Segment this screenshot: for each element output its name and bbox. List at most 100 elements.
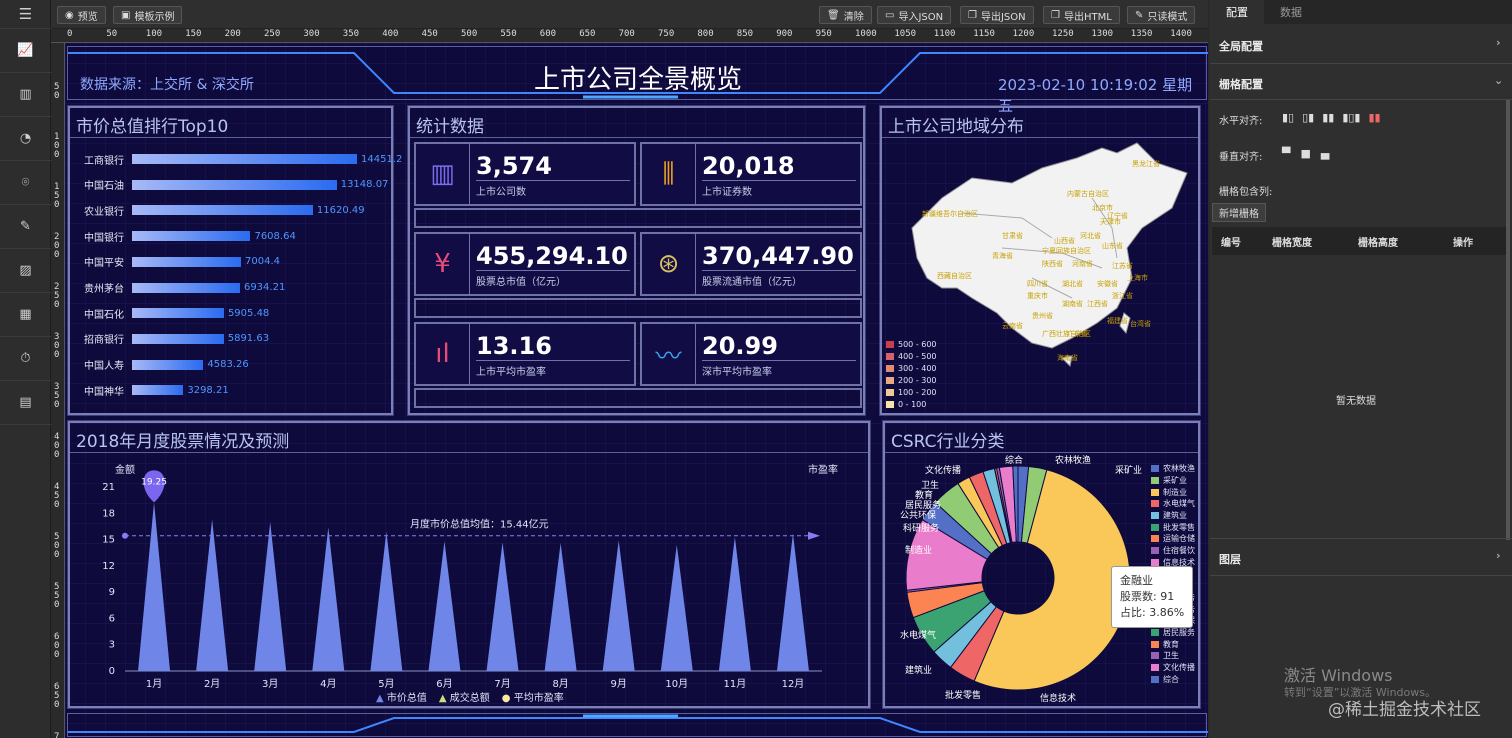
pie-legend-item[interactable]: 制造业 — [1151, 486, 1195, 498]
bar — [132, 282, 240, 293]
top10-row[interactable]: 工商银行 14451.2 — [84, 152, 402, 167]
map-legend-item[interactable]: 200 - 300 — [886, 374, 937, 386]
empty-table-text: 暂无数据 — [1336, 396, 1376, 407]
pie-legend-item[interactable]: 采矿业 — [1151, 475, 1195, 487]
pie-legend-item[interactable]: 农林牧渔 — [1151, 463, 1195, 475]
valign-top-icon[interactable]: ▀ — [1282, 147, 1290, 160]
menu-tool[interactable]: ☰ — [0, 0, 51, 29]
tab-config[interactable]: 配置 — [1210, 0, 1264, 24]
align-center-icon[interactable]: ▮▮ — [1322, 111, 1334, 124]
top10-panel[interactable]: 市价总值排行Top10 工商银行 14451.2 中国石油 13148.07 农业银行 1… — [67, 105, 402, 416]
top10-row[interactable]: 农业银行 11620.49 — [84, 203, 365, 218]
line-chart-tool[interactable]: 📈 — [0, 29, 51, 73]
stat-card[interactable]: ⊛ 370,447.90 股票流通市值（亿元） — [640, 232, 862, 296]
bar-triangle[interactable] — [254, 522, 287, 671]
bar-triangle[interactable] — [138, 502, 171, 671]
stat-card[interactable]: ıl 13.16 上市平均市盈率 — [414, 322, 636, 386]
pie-legend-item[interactable]: 居民服务 — [1151, 627, 1195, 639]
stats-panel[interactable]: 统计数据 ▥ 3,574 上市公司数 ⫼ 20,018 上市证券数 ¥455,294.10 股… — [407, 105, 866, 416]
map-legend-item[interactable]: 400 - 500 — [886, 350, 937, 362]
pie-legend-item[interactable]: 运输仓储 — [1151, 533, 1195, 545]
bar-triangle[interactable] — [776, 533, 809, 671]
pie-label: 制造业 — [905, 544, 932, 556]
grid-config-section[interactable]: 栅格配置 ⌄ — [1210, 64, 1512, 100]
pie-legend-item[interactable]: 文化传播 — [1151, 662, 1195, 674]
legend-item[interactable]: ▲ 成交总额 — [439, 689, 490, 704]
bar-label: 工商银行 — [84, 155, 124, 167]
map-legend-item[interactable]: 100 - 200 — [886, 386, 937, 398]
csrc-panel[interactable]: CSRC行业分类 综合 农林牧渔 采矿业 文化传播 卫生 教育 居民服务 公共环保 科研服务 制造… — [882, 420, 1201, 709]
csrc-pie-chart: 综合 农林牧渔采矿业 文化传播卫生教育居民服务公共环保科研服务制造业水电煤气建筑业批… — [900, 454, 1142, 704]
bar-triangle[interactable] — [428, 541, 461, 671]
bar-triangle[interactable] — [486, 542, 519, 671]
layers-section[interactable]: 图层 › — [1210, 538, 1512, 576]
stat-card[interactable]: ▥ 3,574 上市公司数 — [414, 142, 636, 206]
map-region-label: 山西省 — [1054, 236, 1075, 245]
top10-row[interactable]: 中国神华 3298.21 — [84, 383, 229, 398]
top10-row[interactable]: 中国银行 7608.64 — [84, 229, 296, 244]
pie-chart-tool[interactable]: ◔ — [0, 117, 51, 161]
pie-legend-item[interactable]: 批发零售 — [1151, 521, 1195, 533]
map-legend-item[interactable]: 300 - 400 — [886, 362, 937, 374]
pie-legend-item[interactable]: 建筑业 — [1151, 510, 1195, 522]
bar-triangle[interactable] — [718, 536, 751, 671]
preview-button[interactable]: ◉ 预览 — [57, 6, 106, 24]
valign-middle-icon[interactable]: ■ — [1300, 147, 1310, 160]
top10-row[interactable]: 中国石化 5905.48 — [84, 306, 269, 321]
legend-swatch — [1151, 523, 1159, 531]
monthly-chart: 0369121518211月 2月 3月 4月 5月 6月 7月 8月 9月 10月 11月 12月月… — [102, 470, 822, 690]
top10-row[interactable]: 中国人寿 4583.26 — [84, 358, 249, 372]
pie-legend-item[interactable]: 综合 — [1151, 673, 1195, 685]
top10-row[interactable]: 贵州茅台 6934.21 — [84, 281, 285, 295]
pie-legend-item[interactable]: 卫生 — [1151, 650, 1195, 662]
bar-triangle[interactable] — [602, 540, 635, 671]
align-end-icon[interactable]: ▯▮ — [1302, 111, 1314, 124]
align-between-icon[interactable]: ▮▯▮ — [1342, 111, 1360, 124]
legend-item[interactable]: ● 平均市盈率 — [502, 689, 564, 704]
export-html-button[interactable]: ❐ 导出HTML — [1043, 6, 1120, 24]
pie-legend-item[interactable]: 住宿餐饮 — [1151, 545, 1195, 557]
tab-data[interactable]: 数据 — [1264, 0, 1318, 24]
pulse-icon: 〰 — [642, 324, 696, 384]
pie-legend-item[interactable]: 水电煤气 — [1151, 498, 1195, 510]
map-legend-item[interactable]: 0 - 100 — [886, 398, 937, 410]
clear-button[interactable]: 🗑 清除 — [819, 6, 872, 24]
grid-tool[interactable]: ▦ — [0, 293, 51, 337]
map-panel[interactable]: 上市公司地域分布 黑龙江省 内蒙古自治区 辽宁省 新疆维吾尔自治区 北京市 天津市 甘肃省河… — [879, 105, 1201, 416]
design-canvas[interactable]: 数据来源：上交所 & 深交所 上市公司全景概览 2023-02-10 10:19… — [65, 43, 1208, 738]
add-grid-button[interactable]: 新增栅格 — [1212, 203, 1266, 222]
table-tool[interactable]: ▤ — [0, 381, 51, 425]
top10-row[interactable]: 招商银行 5891.63 — [84, 332, 269, 346]
align-around-icon[interactable]: ▮▮ — [1369, 111, 1381, 124]
stat-card[interactable]: 〰 20.99 深市平均市盈率 — [640, 322, 862, 386]
map-legend-item[interactable]: 500 - 600 — [886, 338, 937, 350]
bar-triangle[interactable] — [370, 531, 403, 671]
bar-triangle[interactable] — [196, 519, 229, 671]
template-button[interactable]: ▣ 模板示例 — [113, 6, 183, 24]
top10-row[interactable]: 中国石油 13148.07 — [84, 178, 388, 192]
map-tool[interactable]: ⌾ — [0, 161, 51, 205]
valign-bottom-icon[interactable]: ▄ — [1321, 147, 1329, 160]
align-start-icon[interactable]: ▮▯ — [1282, 111, 1294, 124]
timer-tool[interactable]: ⏱ — [0, 337, 51, 381]
pie-legend-item[interactable]: 教育 — [1151, 638, 1195, 650]
legend-item[interactable]: ▲ 市价总值 — [376, 689, 427, 704]
bar-triangle[interactable] — [544, 543, 577, 671]
monthly-legend: ▲ 市价总值 ▲ 成交总额 ● 平均市盈率 — [376, 689, 564, 704]
image-tool[interactable]: ▨ — [0, 249, 51, 293]
ruler-tick: 1 5 0 — [54, 182, 60, 210]
export-json-button[interactable]: ❐ 导出JSON — [960, 6, 1034, 24]
bar-chart-tool[interactable]: ▥ — [0, 73, 51, 117]
import-json-button[interactable]: ▭ 导入JSON — [877, 6, 952, 24]
bar-triangle[interactable] — [312, 527, 345, 671]
bar-triangle[interactable] — [660, 544, 693, 671]
edit-tool[interactable]: ✎ — [0, 205, 51, 249]
global-config-section[interactable]: 全局配置 › — [1210, 24, 1512, 64]
monthly-panel[interactable]: 2018年月度股票情况及预测 金额 市盈率 0 3 6 9 12 15 18 21 1月 2月 3月… — [67, 420, 871, 709]
stat-card[interactable]: ¥455,294.10 股票总市值（亿元） — [414, 232, 636, 296]
readonly-button[interactable]: ✎ 只读模式 — [1127, 6, 1196, 24]
legend-label: 批发零售 — [1163, 522, 1195, 532]
stat-card[interactable]: ⫼ 20,018 上市证券数 — [640, 142, 862, 206]
scrollbar[interactable] — [1506, 100, 1510, 540]
top10-row[interactable]: 中国平安 7004.4 — [84, 255, 280, 269]
